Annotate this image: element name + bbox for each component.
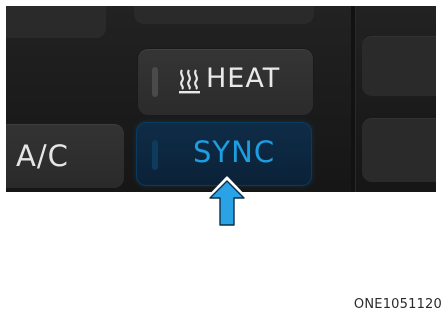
top-left-button[interactable] — [6, 6, 106, 38]
heated-seat-icon — [179, 69, 200, 94]
ac-button[interactable]: A/C — [6, 124, 124, 188]
climate-control-panel: HEAT SYNC A/C — [6, 6, 436, 192]
right-upper-button[interactable] — [362, 36, 436, 96]
sync-indicator-light — [152, 140, 158, 170]
sync-button-label: SYNC — [193, 135, 276, 169]
right-lower-button[interactable] — [362, 118, 436, 182]
top-center-button[interactable] — [134, 6, 314, 24]
up-arrow-icon — [204, 176, 250, 229]
heat-indicator-light — [152, 67, 158, 97]
heat-button[interactable]: HEAT — [138, 49, 313, 115]
ac-button-label: A/C — [16, 139, 69, 173]
panel-divider — [351, 6, 355, 192]
heat-button-label: HEAT — [206, 63, 281, 94]
